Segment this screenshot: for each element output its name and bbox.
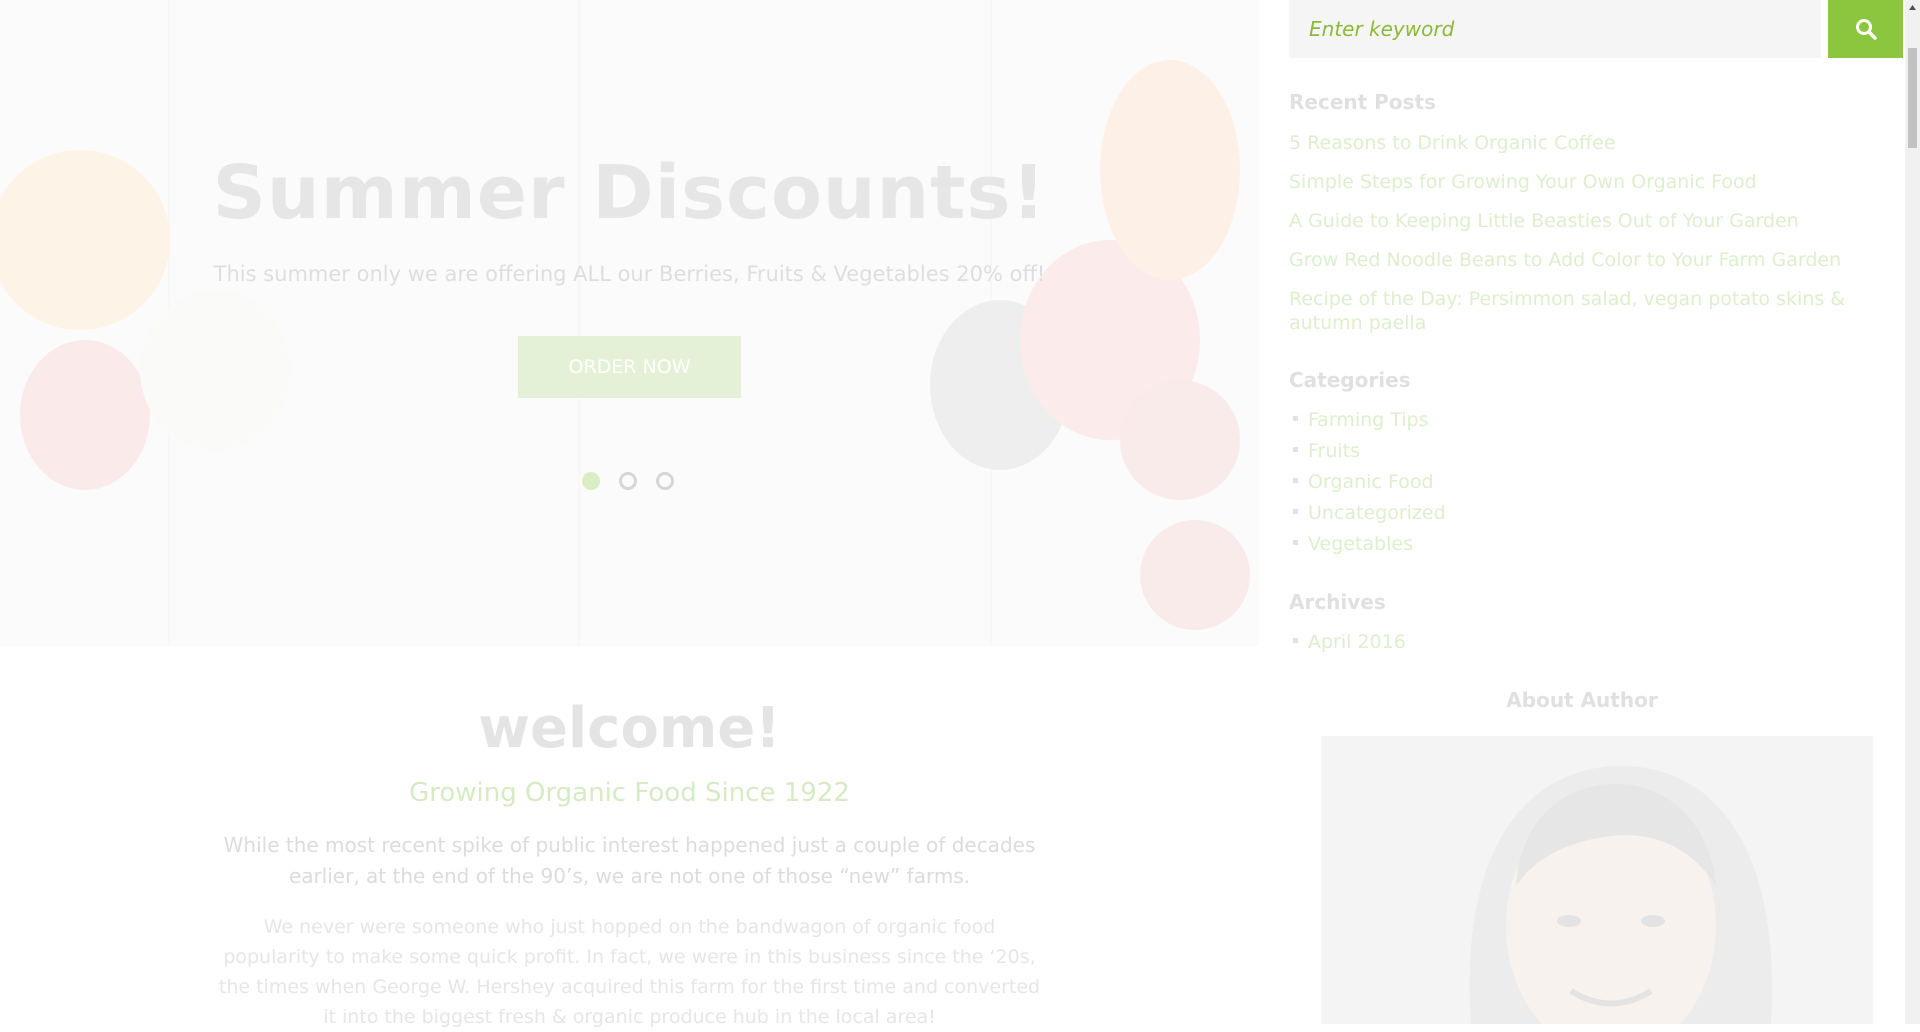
categories-title: Categories [1289,368,1411,392]
recent-posts-title: Recent Posts [1289,90,1436,114]
welcome-body-text: We never were someone who just hopped on… [218,916,1041,1028]
category-item[interactable]: Farming Tips [1293,409,1429,431]
archives-title: Archives [1289,590,1386,614]
bullet-icon [1293,416,1298,421]
scroll-up-arrow-icon[interactable] [1905,0,1920,15]
category-label: Fruits [1308,440,1361,462]
about-author-title: About Author [1506,688,1658,712]
category-item[interactable]: Vegetables [1293,533,1413,555]
hero-slider: Summer Discounts! This summer only we ar… [0,0,1259,646]
hero-subtitle: This summer only we are offering ALL our… [213,262,1046,286]
bullet-icon [1293,478,1298,483]
recent-post-link[interactable]: Recipe of the Day: Persimmon salad, vega… [1289,287,1879,335]
sidebar: Recent Posts 5 Reasons to Drink Organic … [1259,0,1905,1024]
bullet-icon [1293,638,1298,643]
category-label: Vegetables [1308,533,1413,555]
category-label: Organic Food [1308,471,1434,493]
welcome-subtitle: Growing Organic Food Since 1922 [409,778,850,808]
bullet-icon [1293,509,1298,514]
search-icon [1855,19,1877,40]
archive-item[interactable]: April 2016 [1293,631,1406,653]
category-item[interactable]: Uncategorized [1293,502,1446,524]
vertical-scrollbar[interactable] [1905,0,1920,1024]
recent-post-link[interactable]: Grow Red Noodle Beans to Add Color to Yo… [1289,248,1879,272]
hero-overlay [0,0,1259,646]
search-button[interactable] [1828,0,1903,58]
welcome-title: welcome! [478,696,781,761]
archive-label: April 2016 [1308,631,1406,653]
slide-dot-3[interactable] [656,472,674,490]
category-label: Uncategorized [1308,502,1446,524]
scrollbar-thumb[interactable] [1908,48,1917,148]
bullet-icon [1293,447,1298,452]
hero-title: Summer Discounts! [212,150,1047,236]
recent-post-link[interactable]: 5 Reasons to Drink Organic Coffee [1289,131,1879,155]
recent-post-link[interactable]: A Guide to Keeping Little Beasties Out o… [1289,209,1879,233]
slide-dot-1[interactable] [582,472,600,490]
author-photo [1321,736,1873,1024]
welcome-lead-text: While the most recent spike of public in… [223,833,1036,888]
order-now-button[interactable]: ORDER NOW [518,336,741,398]
welcome-section: welcome! Growing Organic Food Since 1922… [0,646,1259,1028]
recent-post-link[interactable]: Simple Steps for Growing Your Own Organi… [1289,170,1879,194]
category-label: Farming Tips [1308,409,1429,431]
category-item[interactable]: Fruits [1293,440,1360,462]
search-input[interactable] [1289,0,1821,58]
slide-dot-2[interactable] [619,472,637,490]
category-item[interactable]: Organic Food [1293,471,1434,493]
author-portrait-image [1469,765,1773,1024]
bullet-icon [1293,540,1298,545]
